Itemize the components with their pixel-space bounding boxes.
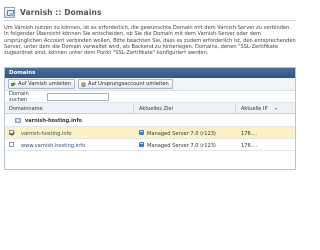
ip-cell: 176.... xyxy=(241,142,258,149)
ip-cell: 176.... xyxy=(241,130,258,137)
table-header: Domainname Aktuelles Ziel Aktuelle IP xyxy=(5,103,295,114)
column-header-ip[interactable]: Aktuelle IP xyxy=(241,106,267,112)
target-cell: Managed Server 7.0 (r123) xyxy=(147,142,216,149)
domain-cell: www.varnish-hosting.info xyxy=(21,142,86,149)
description-text: Um Varnish nutzen zu können, ist es erfo… xyxy=(4,25,296,57)
column-header-domain[interactable]: Domainname xyxy=(9,106,43,112)
column-separator xyxy=(133,104,134,113)
sort-arrow-icon[interactable] xyxy=(275,108,277,110)
target-cell: Managed Server 7.0 (r123) xyxy=(147,130,216,137)
column-header-target[interactable]: Aktuelles Ziel xyxy=(139,106,173,112)
domain-search-input[interactable] xyxy=(47,92,109,101)
redirect-to-account-label: Auf Ursprungsaccount umleiten xyxy=(88,81,169,87)
user-icon xyxy=(81,81,86,87)
panel-title: Domains xyxy=(5,68,295,78)
header-divider xyxy=(4,20,296,21)
group-label: varnish-hosting.info xyxy=(25,118,82,124)
domains-panel: Domains Auf Varnish umleiten Auf Ursprun… xyxy=(4,67,296,170)
column-separator xyxy=(235,104,236,113)
search-row: Domain suchen xyxy=(5,91,295,103)
window-icon xyxy=(4,6,15,18)
redirect-to-account-button[interactable]: Auf Ursprungsaccount umleiten xyxy=(78,79,173,89)
table-row[interactable]: www.varnish-hosting.info Managed Server … xyxy=(5,139,295,151)
server-icon xyxy=(139,130,144,135)
toolbar: Auf Varnish umleiten Auf Ursprungsaccoun… xyxy=(5,78,295,91)
server-icon xyxy=(139,142,144,147)
arrow-right-icon xyxy=(11,81,16,87)
domain-cell: varnish-hosting.info xyxy=(21,130,72,137)
search-label: Domain suchen xyxy=(9,90,29,103)
table-row[interactable]: varnish-hosting.info Managed Server 7.0 … xyxy=(5,127,295,139)
row-checkbox[interactable] xyxy=(9,142,14,147)
group-row[interactable]: varnish-hosting.info xyxy=(5,114,295,127)
page-title: Varnish :: Domains xyxy=(20,7,102,17)
redirect-to-varnish-button[interactable]: Auf Varnish umleiten xyxy=(8,79,75,89)
redirect-to-varnish-label: Auf Varnish umleiten xyxy=(18,81,71,87)
folder-icon xyxy=(15,118,21,123)
page-header: Varnish :: Domains xyxy=(4,6,296,18)
row-checkbox[interactable] xyxy=(9,130,14,135)
